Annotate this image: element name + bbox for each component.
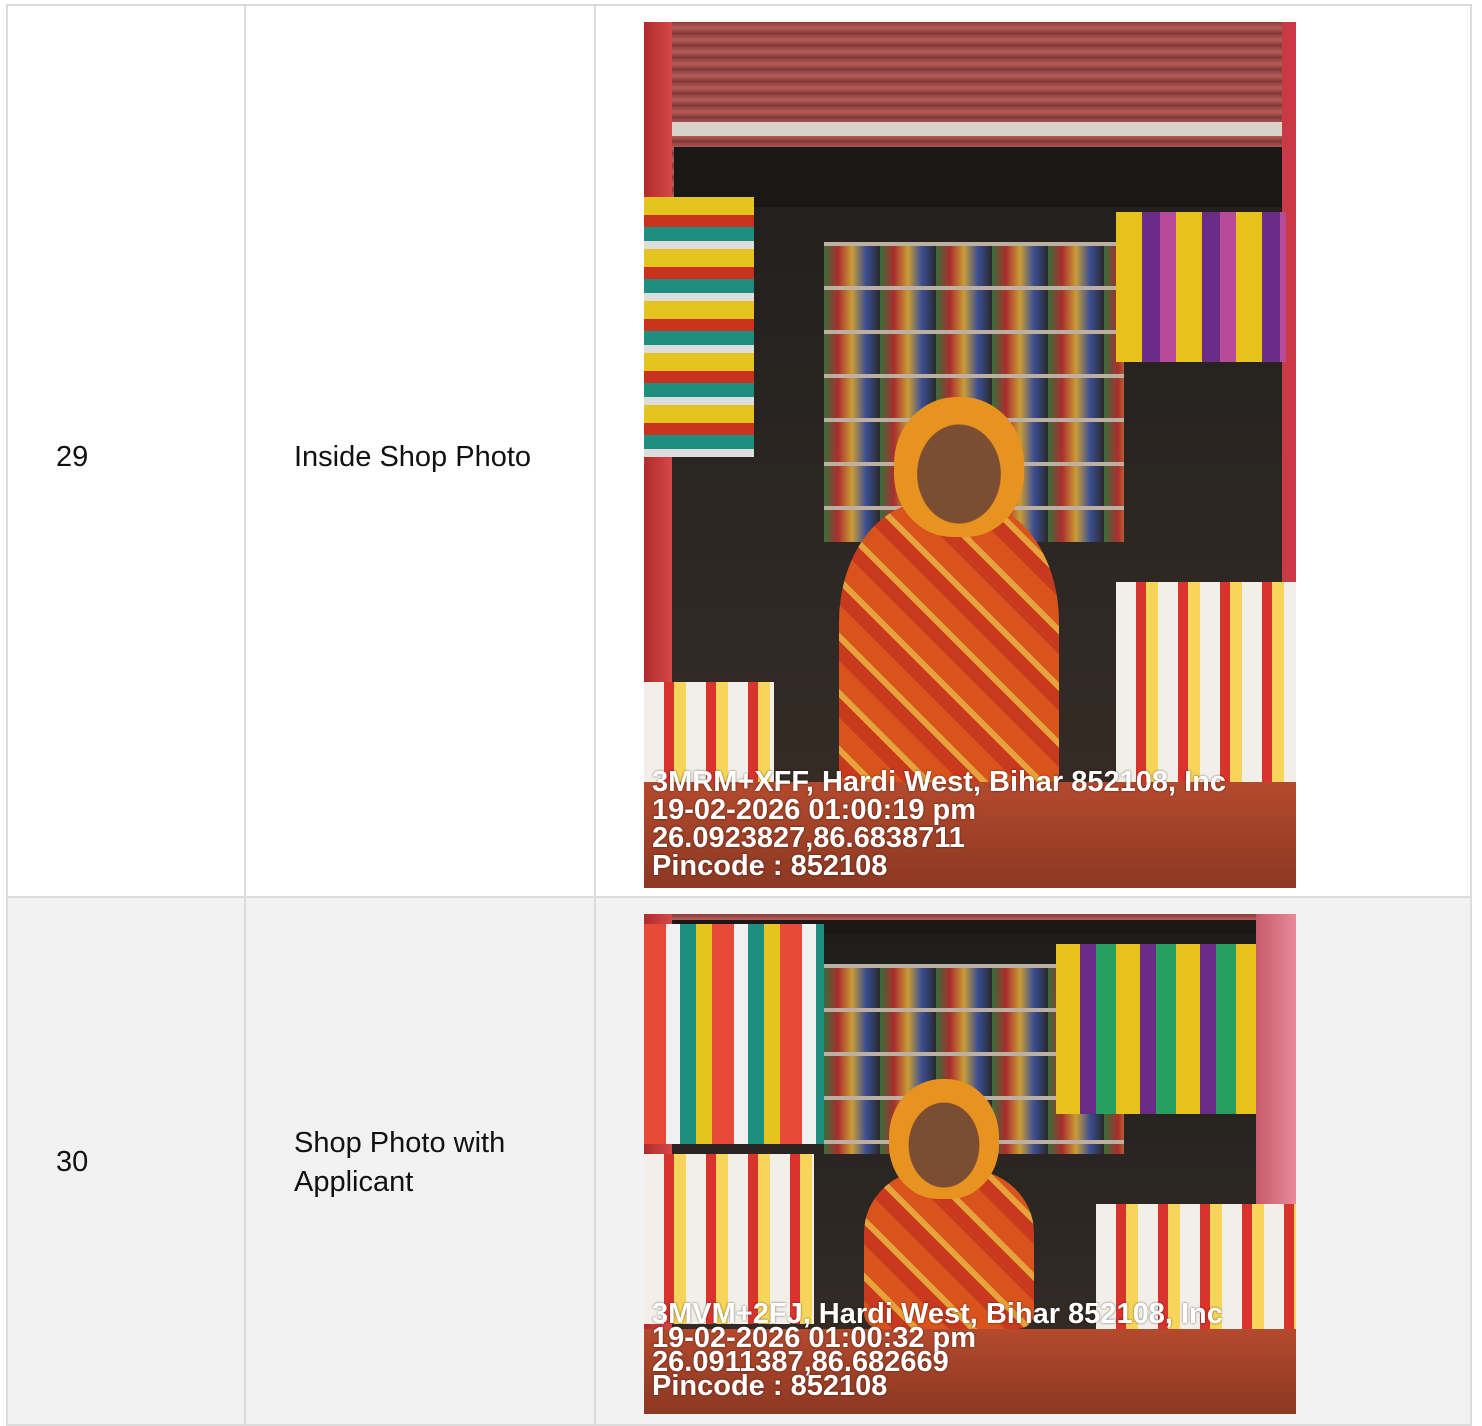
shutter-beam (664, 122, 1296, 136)
serial-number-cell: 29 (8, 6, 246, 898)
shop-photo-with-applicant[interactable]: 3MVM+2FJ, Hardi West, Bihar 852108, Inc … (644, 914, 1296, 1414)
serial-number: 30 (56, 1146, 89, 1178)
applicant-head (889, 1079, 999, 1199)
geotag-overlay: 3MVM+2FJ, Hardi West, Bihar 852108, Inc … (652, 1300, 1296, 1402)
geotag-address: 3MRM+XFF, Hardi West, Bihar 852108, Inc (652, 766, 1227, 798)
document-label: Inside Shop Photo (294, 441, 532, 473)
table-row: 29 Inside Shop Photo 3MRM+XFF, Hardi Wes… (6, 4, 1472, 900)
applicant-head (894, 397, 1024, 537)
inside-shop-photo[interactable]: 3MRM+XFF, Hardi West, Bihar 852108, Inc … (644, 22, 1296, 888)
hanging-goods-right (1056, 944, 1256, 1114)
hanging-goods-left (644, 197, 754, 457)
geotag-datetime: 19-02-2026 01:00:19 pm (652, 794, 977, 826)
document-label-cell: Shop Photo with Applicant (246, 898, 596, 1424)
door-frame (674, 147, 1296, 207)
serial-number-cell: 30 (8, 898, 246, 1424)
geotag-pincode: Pincode : 852108 (652, 1370, 888, 1402)
applicant-body (839, 502, 1059, 802)
hanging-goods-right (1116, 212, 1286, 362)
document-label: Shop Photo with Applicant (294, 1127, 506, 1198)
geotag-overlay: 3MRM+XFF, Hardi West, Bihar 852108, Inc … (652, 766, 1296, 882)
document-label-cell: Inside Shop Photo (246, 6, 596, 898)
table-row: 30 Shop Photo with Applicant 3MVM+2FJ, H… (6, 896, 1472, 1426)
hanging-goods-left (644, 924, 824, 1144)
geotag-coordinates: 26.0923827,86.6838711 (652, 822, 965, 854)
serial-number: 29 (56, 441, 89, 473)
geotag-pincode: Pincode : 852108 (652, 850, 888, 882)
